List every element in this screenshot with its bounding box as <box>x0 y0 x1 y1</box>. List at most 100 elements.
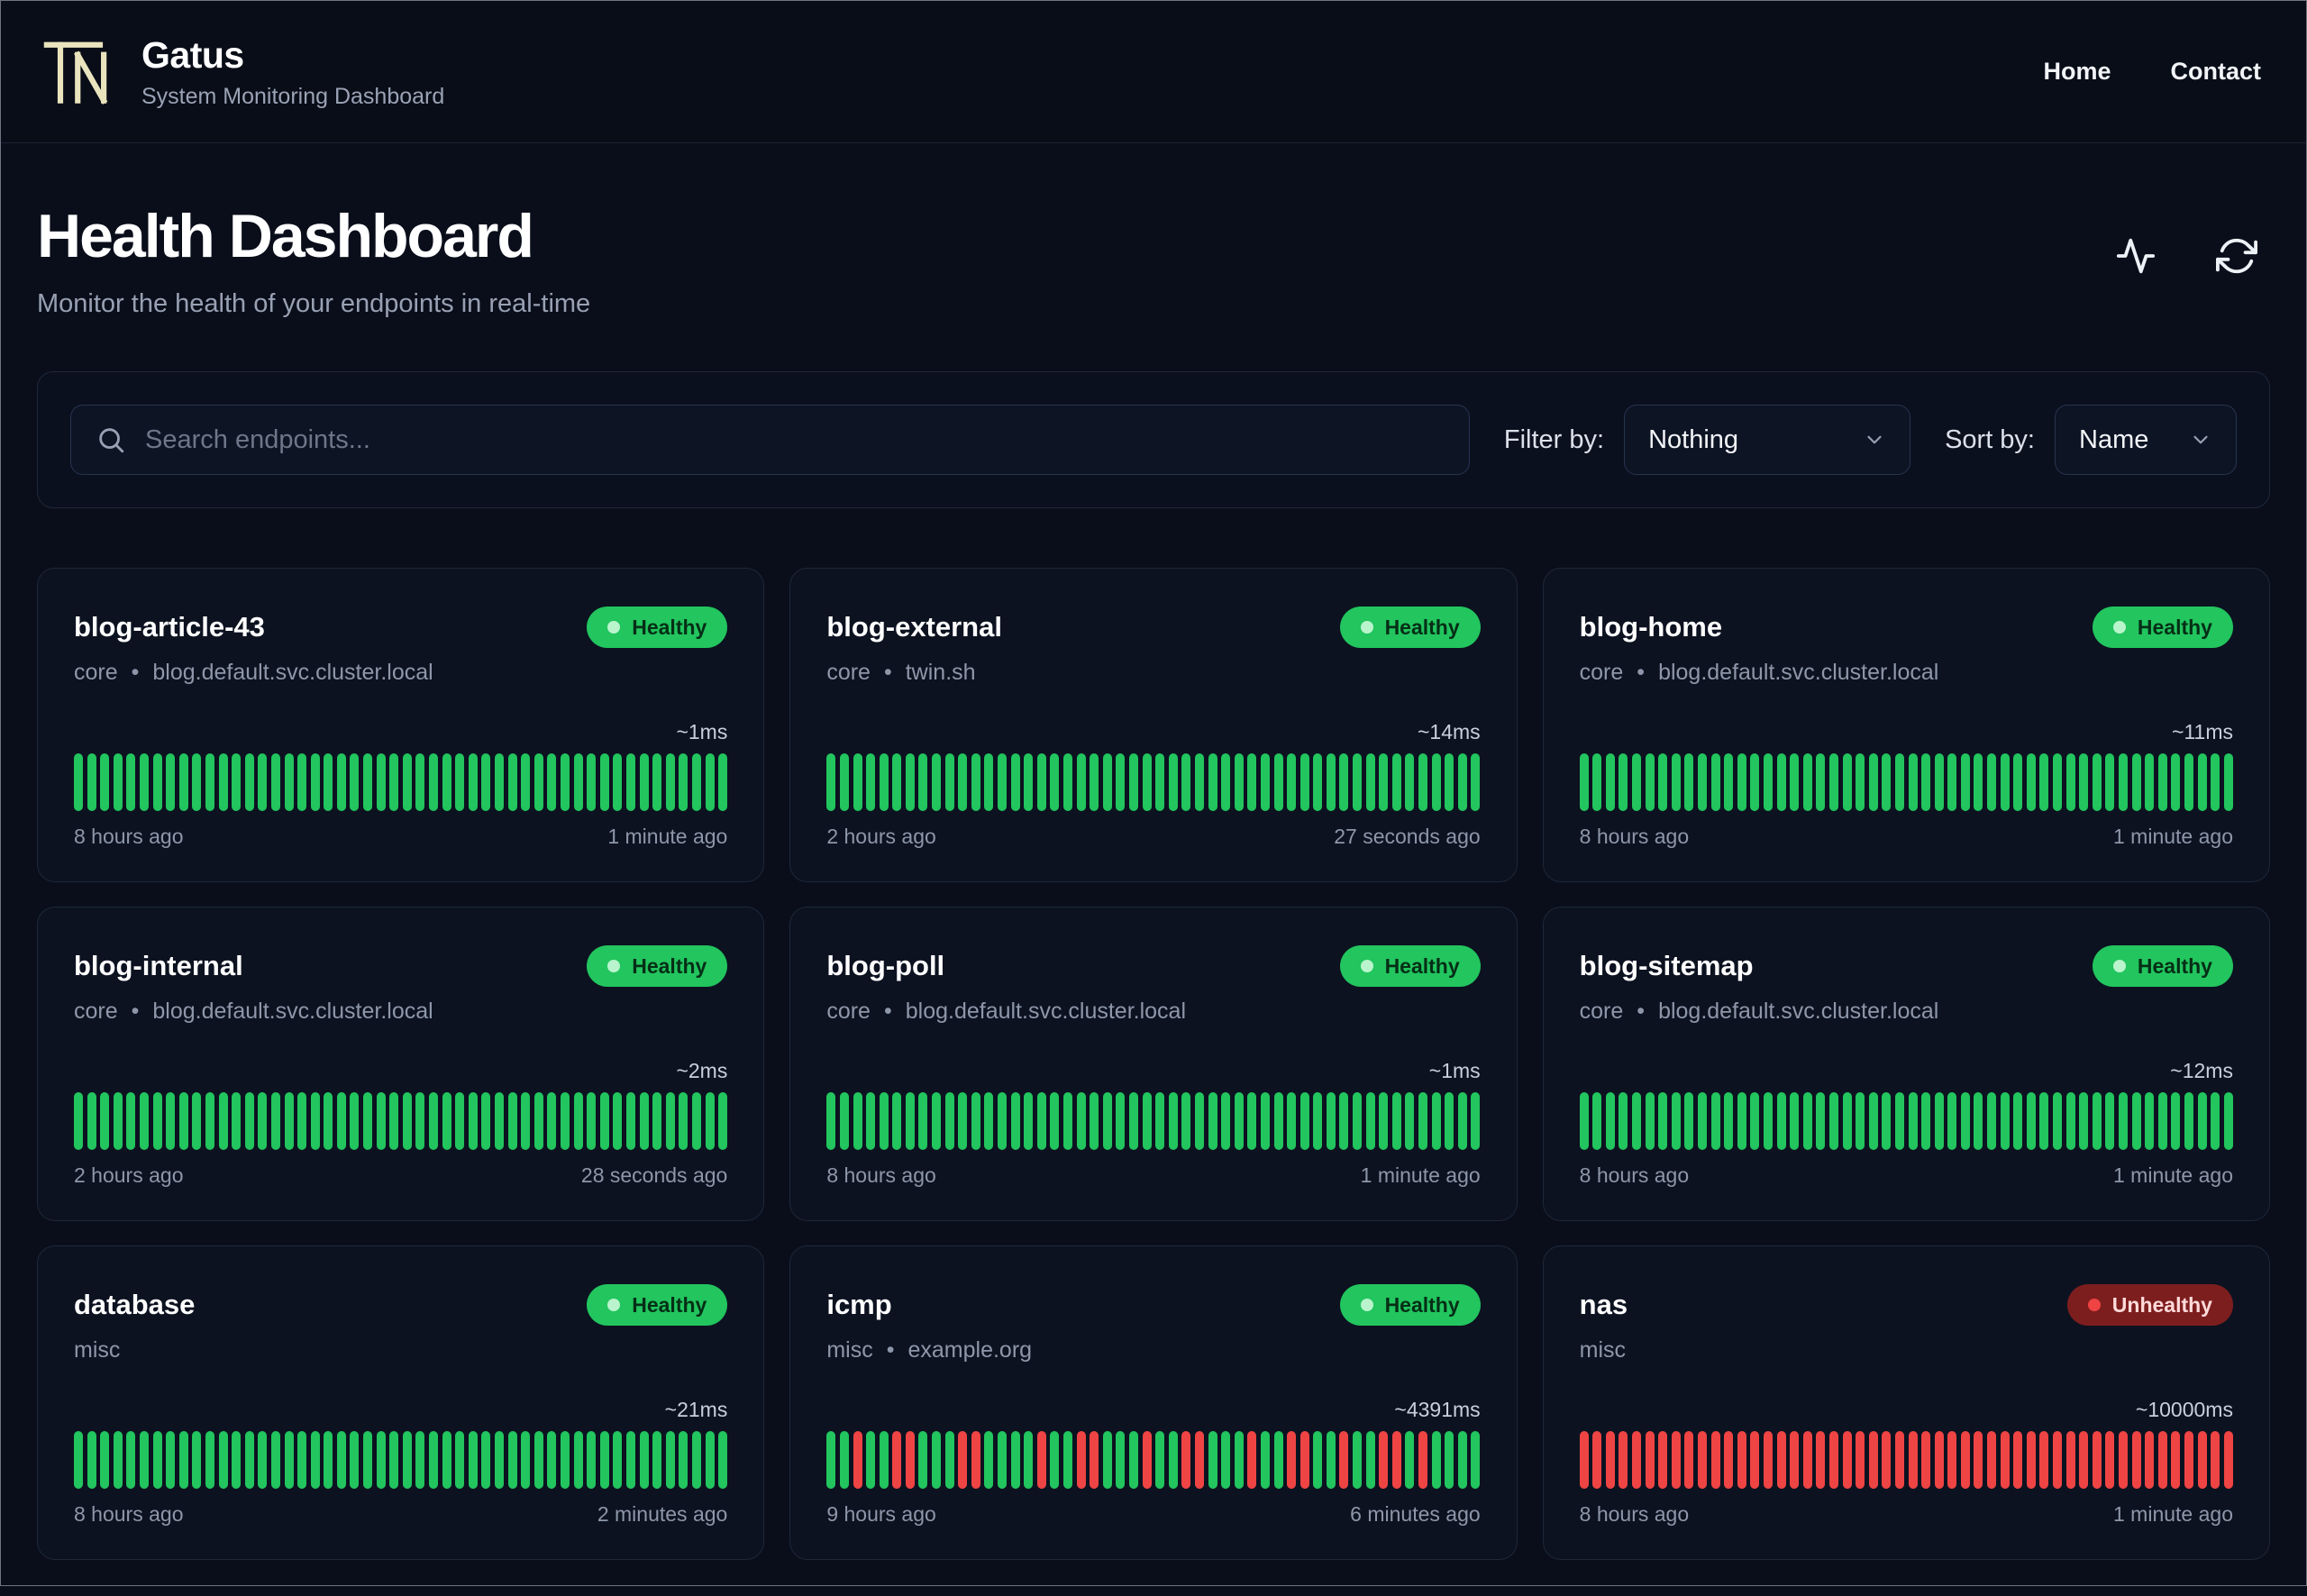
uptime-bar-down[interactable] <box>1816 1431 1826 1489</box>
uptime-bar-up[interactable] <box>853 753 862 811</box>
uptime-bar-up[interactable] <box>1431 753 1441 811</box>
uptime-bar-down[interactable] <box>1974 1431 1983 1489</box>
uptime-bar-up[interactable] <box>1234 1092 1244 1150</box>
uptime-bar-up[interactable] <box>1619 753 1628 811</box>
uptime-bar-up[interactable] <box>495 753 504 811</box>
uptime-bar-up[interactable] <box>879 753 889 811</box>
uptime-bar-up[interactable] <box>1790 753 1800 811</box>
uptime-bar-up[interactable] <box>139 1092 149 1150</box>
uptime-bar-up[interactable] <box>826 1092 836 1150</box>
uptime-bar-up[interactable] <box>918 1092 928 1150</box>
uptime-bar-up[interactable] <box>1194 753 1204 811</box>
uptime-bar-down[interactable] <box>1379 1431 1389 1489</box>
uptime-bar-up[interactable] <box>324 753 333 811</box>
uptime-bar-up[interactable] <box>1142 1092 1152 1150</box>
uptime-bar-up[interactable] <box>1579 1092 1589 1150</box>
uptime-bar-up[interactable] <box>1036 1092 1046 1150</box>
uptime-bar-up[interactable] <box>126 1431 136 1489</box>
uptime-bar-up[interactable] <box>1024 1092 1034 1150</box>
gatus-logo-icon[interactable] <box>41 32 120 112</box>
uptime-bar-up[interactable] <box>984 753 994 811</box>
uptime-bar-up[interactable] <box>1260 753 1270 811</box>
uptime-bar-up[interactable] <box>1024 753 1034 811</box>
uptime-bar-up[interactable] <box>1181 753 1191 811</box>
endpoint-card[interactable]: blog-article-43 Healthy core • blog.defa… <box>37 568 765 882</box>
uptime-bar-up[interactable] <box>244 753 254 811</box>
uptime-bar-up[interactable] <box>2092 753 2102 811</box>
uptime-bar-up[interactable] <box>1828 753 1838 811</box>
uptime-bar-up[interactable] <box>100 1092 110 1150</box>
uptime-bar-up[interactable] <box>1987 1092 1997 1150</box>
uptime-bar-up[interactable] <box>705 1431 715 1489</box>
uptime-bar-up[interactable] <box>1313 753 1323 811</box>
uptime-bar-down[interactable] <box>1947 1431 1957 1489</box>
uptime-bar-down[interactable] <box>1247 1431 1257 1489</box>
uptime-bar-up[interactable] <box>244 1431 254 1489</box>
uptime-bar-up[interactable] <box>533 1431 543 1489</box>
uptime-bar-up[interactable] <box>166 1092 176 1150</box>
uptime-bar-up[interactable] <box>1921 1092 1931 1150</box>
uptime-bar-up[interactable] <box>2013 1092 2023 1150</box>
uptime-bar-up[interactable] <box>1155 1431 1165 1489</box>
uptime-bar-up[interactable] <box>1076 753 1086 811</box>
uptime-bar-down[interactable] <box>1036 1431 1046 1489</box>
uptime-bar-up[interactable] <box>1010 1431 1020 1489</box>
uptime-bar-up[interactable] <box>1273 1092 1283 1150</box>
uptime-bar-up[interactable] <box>1299 1092 1309 1150</box>
uptime-bar-up[interactable] <box>258 753 268 811</box>
uptime-bar-down[interactable] <box>1960 1431 1970 1489</box>
uptime-bar-up[interactable] <box>1684 1092 1694 1150</box>
uptime-bar-up[interactable] <box>587 1431 597 1489</box>
uptime-bar-up[interactable] <box>1802 753 1812 811</box>
uptime-bar-up[interactable] <box>442 1431 451 1489</box>
uptime-bar-down[interactable] <box>2026 1431 2036 1489</box>
uptime-bar-up[interactable] <box>718 1431 728 1489</box>
uptime-bar-up[interactable] <box>533 753 543 811</box>
uptime-bar-up[interactable] <box>1908 1092 1918 1150</box>
uptime-bar-up[interactable] <box>1260 1092 1270 1150</box>
uptime-bar-down[interactable] <box>1856 1431 1865 1489</box>
uptime-bar-up[interactable] <box>718 753 728 811</box>
uptime-bar-up[interactable] <box>1063 1431 1073 1489</box>
uptime-bar-up[interactable] <box>139 753 149 811</box>
uptime-bar-up[interactable] <box>879 1092 889 1150</box>
uptime-bar-up[interactable] <box>284 753 294 811</box>
uptime-bar-up[interactable] <box>1155 1092 1165 1150</box>
uptime-bar-down[interactable] <box>1076 1431 1086 1489</box>
uptime-bar-down[interactable] <box>2157 1431 2167 1489</box>
uptime-bar-up[interactable] <box>2065 753 2075 811</box>
uptime-bar-up[interactable] <box>958 1092 968 1150</box>
uptime-bar-up[interactable] <box>879 1431 889 1489</box>
uptime-bar-up[interactable] <box>455 1431 465 1489</box>
uptime-bar-up[interactable] <box>1365 1092 1375 1150</box>
uptime-bar-up[interactable] <box>1379 753 1389 811</box>
uptime-bar-up[interactable] <box>1457 1092 1467 1150</box>
uptime-bar-up[interactable] <box>2000 1092 2010 1150</box>
uptime-bar-up[interactable] <box>507 1092 517 1150</box>
uptime-bar-up[interactable] <box>232 1092 242 1150</box>
uptime-bar-up[interactable] <box>1724 753 1734 811</box>
nav-link-contact[interactable]: Contact <box>2171 58 2262 86</box>
uptime-bar-down[interactable] <box>1684 1431 1694 1489</box>
uptime-bar-up[interactable] <box>1457 1431 1467 1489</box>
uptime-bar-up[interactable] <box>192 1092 202 1150</box>
uptime-bar-up[interactable] <box>998 1092 1008 1150</box>
uptime-bar-up[interactable] <box>826 753 836 811</box>
uptime-bar-down[interactable] <box>1142 1431 1152 1489</box>
uptime-bar-up[interactable] <box>587 753 597 811</box>
uptime-bar-up[interactable] <box>152 753 162 811</box>
uptime-bar-down[interactable] <box>2197 1431 2207 1489</box>
uptime-bar-up[interactable] <box>1287 1092 1297 1150</box>
uptime-bar-up[interactable] <box>1050 753 1060 811</box>
uptime-bar-up[interactable] <box>905 753 915 811</box>
uptime-bar-up[interactable] <box>665 1092 675 1150</box>
uptime-bar-up[interactable] <box>1194 1092 1204 1150</box>
uptime-bar-up[interactable] <box>971 1092 980 1150</box>
uptime-bar-up[interactable] <box>1010 753 1020 811</box>
uptime-bar-up[interactable] <box>1287 753 1297 811</box>
uptime-bar-up[interactable] <box>1632 1092 1642 1150</box>
uptime-bar-up[interactable] <box>1365 753 1375 811</box>
uptime-bar-up[interactable] <box>1247 1092 1257 1150</box>
uptime-bar-up[interactable] <box>1391 1092 1401 1150</box>
uptime-bar-up[interactable] <box>324 1431 333 1489</box>
